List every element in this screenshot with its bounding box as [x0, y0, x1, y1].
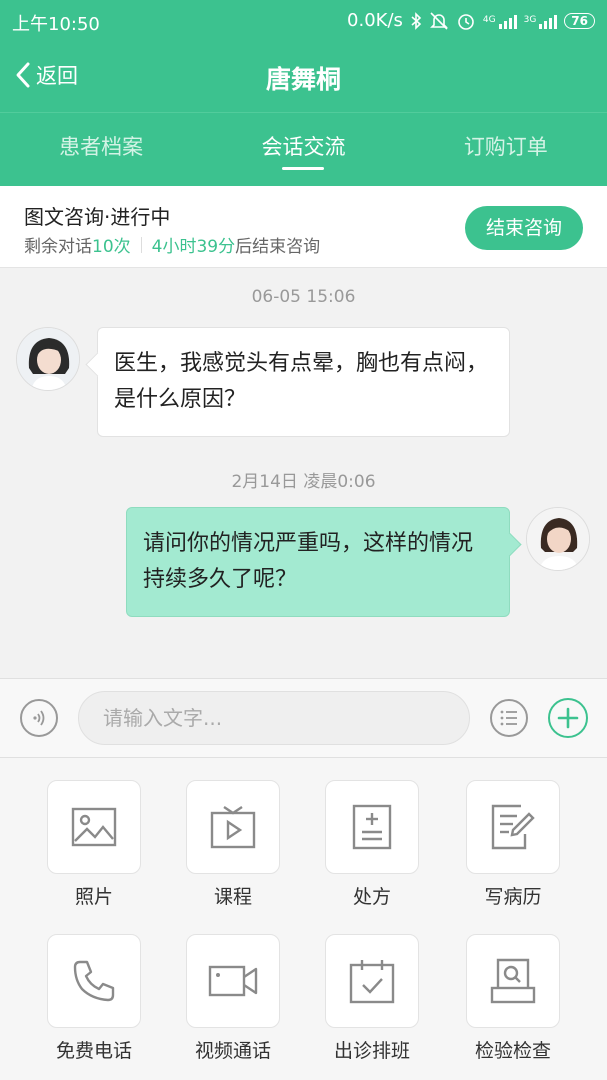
tool-photo[interactable]: 照片 [47, 780, 141, 909]
status-icons: 0.0K/s 4G 3G 76 [347, 10, 595, 31]
status-time: 上午10:50 [12, 14, 100, 35]
consult-status-bar: 图文咨询·进行中 剩余对话 10次 4小时39分 后结束咨询 结束咨询 [0, 186, 607, 268]
tab-orders[interactable]: 订购订单 [405, 113, 607, 186]
time-left: 4小时39分 [151, 237, 236, 257]
network-speed: 0.0K/s [347, 10, 403, 31]
tool-label: 检验检查 [474, 1040, 551, 1062]
bluetooth-icon [411, 11, 422, 30]
tool-course[interactable]: 课程 [186, 780, 280, 909]
tool-label: 课程 [213, 886, 252, 908]
calendar-icon [349, 960, 395, 1004]
tool-label: 写病历 [484, 886, 542, 908]
doctor-avatar[interactable] [526, 507, 590, 571]
message-input[interactable] [78, 691, 470, 745]
prescription-icon [352, 804, 392, 850]
status-bar: 上午10:50 0.0K/s 4G 3G 76 [0, 0, 607, 42]
page-title: 唐舞桐 [265, 65, 341, 94]
tool-panel: 照片 课程 处方 写病历 免费电话 视频通话 出诊排班 检验检查 [0, 758, 607, 1080]
tool-lab-test-box [466, 934, 560, 1028]
patient-avatar-image [17, 328, 79, 390]
list-icon [500, 710, 517, 726]
signal-icon [498, 13, 517, 29]
time-suffix: 后结束咨询 [235, 237, 321, 257]
tool-medical-record-box [466, 780, 560, 874]
consult-info: 剩余对话 10次 4小时39分 后结束咨询 [24, 232, 320, 257]
quick-reply-button[interactable] [490, 699, 528, 737]
consult-title: 图文咨询·进行中 [24, 205, 171, 229]
phone-icon [73, 960, 115, 1002]
tool-photo-box [47, 780, 141, 874]
tool-video-call[interactable]: 视频通话 [186, 934, 280, 1063]
tool-prescription[interactable]: 处方 [325, 780, 419, 909]
voice-input-button[interactable] [20, 699, 58, 737]
tool-prescription-box [325, 780, 419, 874]
tool-video-call-box [186, 934, 280, 1028]
message-bubble-outgoing: 请问你的情况严重吗，这样的情况持续多久了呢？ [126, 507, 510, 617]
tool-label: 出诊排班 [333, 1040, 410, 1062]
remaining-count: 10次 [92, 237, 131, 257]
network-type-2: 3G [523, 15, 537, 25]
tool-label: 免费电话 [55, 1040, 132, 1062]
tool-schedule[interactable]: 出诊排班 [325, 934, 419, 1063]
alarm-icon [458, 13, 474, 30]
message-timestamp: 06-05 15:06 [251, 287, 356, 307]
divider [140, 236, 142, 253]
tab-conversation[interactable]: 会话交流 [202, 113, 404, 186]
video-call-icon [208, 965, 258, 997]
battery-icon: 76 [564, 12, 595, 29]
message-timestamp: 2月14日 凌晨0:06 [231, 472, 376, 492]
tool-label: 视频通话 [194, 1040, 271, 1062]
tool-free-call-box [47, 934, 141, 1028]
chat-input-bar [0, 678, 607, 758]
signal-icon-2 [539, 13, 558, 29]
tool-label: 处方 [352, 886, 391, 908]
doctor-avatar-image [527, 508, 589, 570]
network-type-1: 4G [482, 15, 496, 25]
remaining-label: 剩余对话 [24, 237, 92, 257]
course-icon [210, 806, 256, 849]
tool-free-call[interactable]: 免费电话 [47, 934, 141, 1063]
tool-label: 照片 [74, 886, 113, 908]
photo-icon [71, 807, 117, 847]
tool-medical-record[interactable]: 写病历 [466, 780, 560, 909]
voice-icon [33, 710, 45, 726]
nav-bar: 返回 唐舞桐 [0, 42, 607, 112]
lab-test-icon [490, 958, 536, 1004]
message-bubble-incoming: 医生，我感觉头有点晕，胸也有点闷，是什么原因？ [97, 327, 510, 437]
tool-lab-test[interactable]: 检验检查 [466, 934, 560, 1063]
patient-avatar[interactable] [16, 327, 80, 391]
mute-icon [429, 11, 448, 30]
end-consult-button[interactable]: 结束咨询 [465, 206, 583, 250]
plus-icon [557, 707, 579, 729]
medical-record-icon [491, 804, 535, 850]
tab-patient-record[interactable]: 患者档案 [0, 113, 202, 186]
tool-course-box [186, 780, 280, 874]
more-tools-button[interactable] [548, 698, 588, 738]
tool-schedule-box [325, 934, 419, 1028]
tab-bar: 患者档案 会话交流 订购订单 [0, 112, 607, 186]
